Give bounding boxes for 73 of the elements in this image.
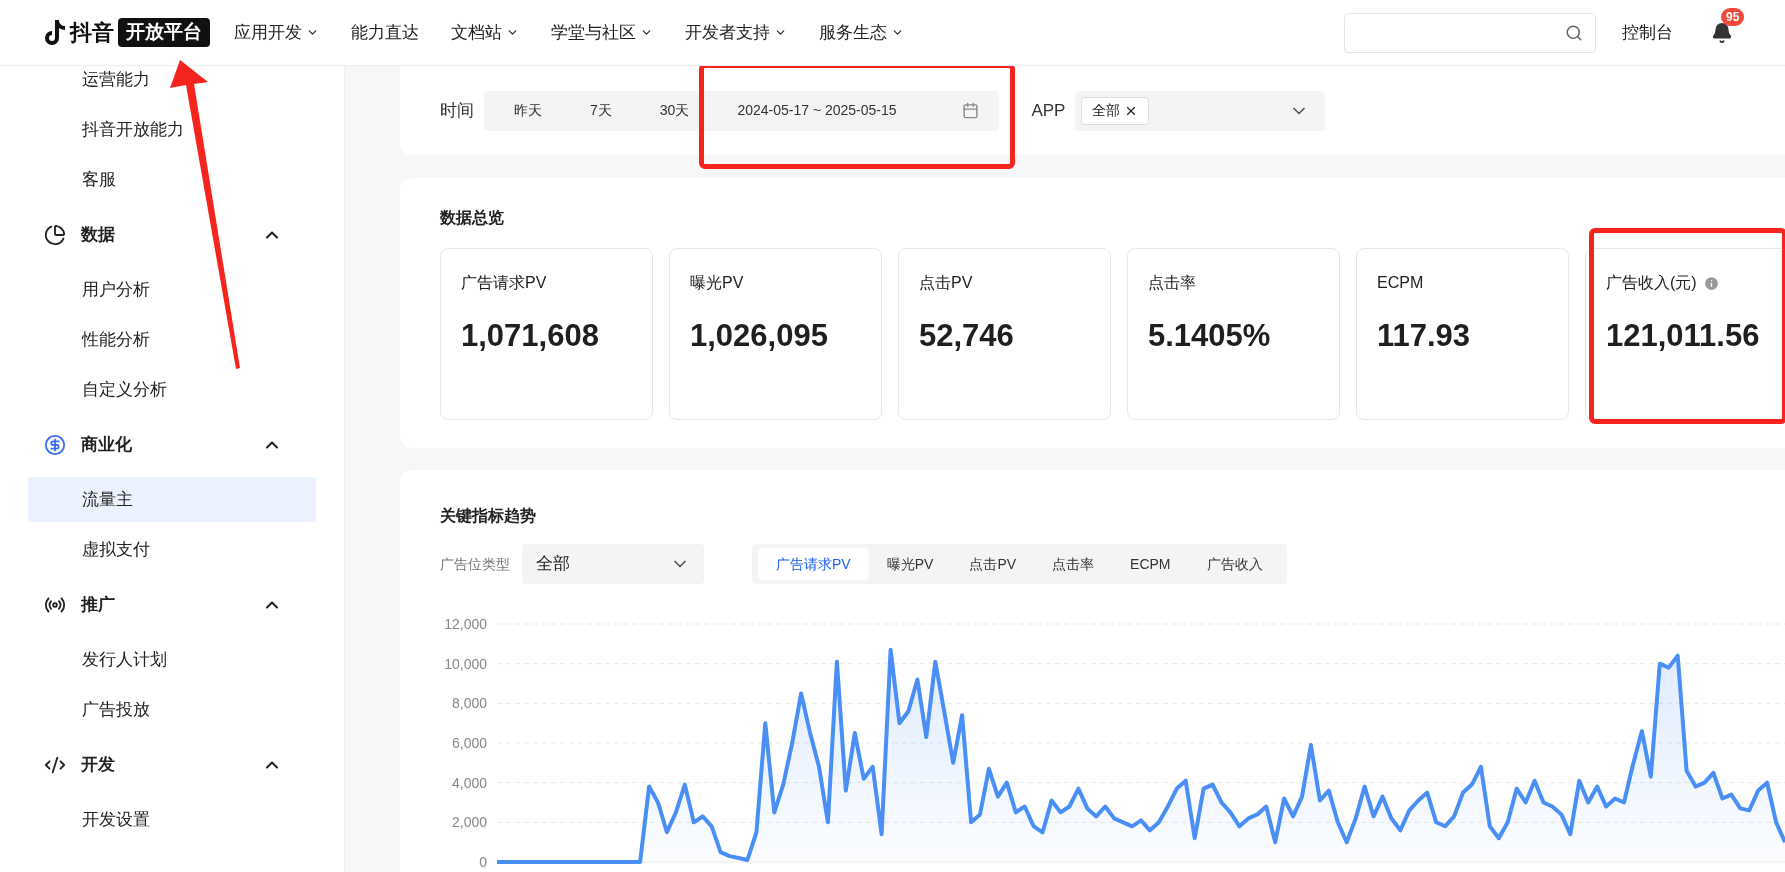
- app-select[interactable]: 全部: [1075, 90, 1326, 131]
- sidebar-item[interactable]: 发行人计划: [28, 637, 316, 682]
- nav-link[interactable]: 学堂与社区: [551, 19, 653, 46]
- metric-tab[interactable]: 点击率: [1034, 548, 1113, 580]
- music-note-logo-icon: [44, 19, 66, 46]
- section-title: 数据总览: [440, 208, 505, 228]
- sidebar-item[interactable]: 性能分析: [28, 317, 316, 362]
- section-title: 关键指标趋势: [440, 506, 537, 526]
- pie-chart-icon: [44, 223, 66, 246]
- notification-count: 95: [1721, 7, 1745, 26]
- sidebar-group-title: 推广: [81, 593, 116, 616]
- metric-label: 点击PV: [919, 273, 973, 293]
- metric-tab[interactable]: 曝光PV: [868, 548, 952, 580]
- app-label: APP: [1031, 99, 1066, 122]
- sidebar-item[interactable]: 虚拟支付: [28, 527, 316, 572]
- nav-link[interactable]: 开发者支持: [685, 19, 787, 46]
- nav-link[interactable]: 应用开发: [234, 19, 319, 46]
- y-axis-label: 4,000: [451, 774, 487, 791]
- sidebar-group-title: 商业化: [81, 433, 133, 456]
- slot-type-select[interactable]: 全部: [522, 544, 704, 584]
- sidebar-group[interactable]: 商业化: [0, 417, 344, 472]
- y-axis-label: 12,000: [444, 616, 487, 632]
- metric-label: 曝光PV: [690, 273, 744, 293]
- metric-value: 121,011.56: [1606, 317, 1761, 355]
- metric-value: 1,026,095: [690, 317, 829, 355]
- sidebar-item[interactable]: 运营能力: [28, 66, 316, 102]
- y-axis-label: 10,000: [444, 655, 487, 672]
- console-link[interactable]: 控制台: [1622, 19, 1673, 46]
- metric-value: 1,071,608: [461, 317, 600, 355]
- logo-badge[interactable]: 开放平台: [118, 18, 210, 47]
- y-axis-label: 2,000: [451, 814, 487, 831]
- nav-link[interactable]: 服务生态: [819, 19, 904, 46]
- metric-tab[interactable]: 广告收入: [1188, 548, 1281, 580]
- metric-tab[interactable]: ECPM: [1112, 548, 1189, 580]
- sidebar-item[interactable]: 广告投放: [28, 687, 316, 732]
- metric-tab[interactable]: 点击PV: [951, 548, 1035, 580]
- metric-label: 广告收入(元): [1606, 273, 1697, 293]
- nav-link[interactable]: 能力直达: [351, 19, 419, 46]
- y-axis-label: 0: [479, 854, 487, 870]
- app-tag[interactable]: 全部: [1081, 96, 1150, 125]
- metric-tab[interactable]: 广告请求PV: [758, 548, 869, 580]
- notification-bell-icon[interactable]: [1711, 21, 1733, 44]
- range-tab[interactable]: 昨天: [490, 94, 566, 127]
- sidebar-item[interactable]: 抖音开放能力: [28, 107, 316, 152]
- sidebar-group-title: 开发: [81, 753, 116, 776]
- search-field[interactable]: [1344, 12, 1596, 53]
- metric-value: 52,746: [919, 317, 1015, 355]
- sidebar-item[interactable]: 流量主: [28, 477, 316, 522]
- sidebar-item[interactable]: 自定义分析: [28, 367, 316, 412]
- metric-value: 5.1405%: [1148, 317, 1272, 355]
- metric-label: ECPM: [1377, 273, 1424, 293]
- nav-link[interactable]: 文档站: [451, 19, 519, 46]
- search-icon: [1565, 23, 1583, 42]
- sidebar-item[interactable]: 开发设置: [28, 797, 316, 842]
- sidebar-item[interactable]: 客服: [28, 157, 316, 202]
- metric-value: 117.93: [1377, 317, 1472, 355]
- y-axis-label: 8,000: [451, 695, 487, 712]
- sidebar-group[interactable]: 数据: [0, 207, 344, 262]
- date-range-field[interactable]: 2024-05-17 ~ 2025-05-15: [723, 94, 994, 127]
- slot-type-label: 广告位类型: [440, 554, 510, 574]
- range-tab[interactable]: 30天: [635, 94, 714, 127]
- y-axis-label: 6,000: [451, 735, 487, 751]
- sidebar-group[interactable]: 开发: [0, 737, 344, 792]
- sidebar-group[interactable]: 推广: [0, 577, 344, 632]
- metric-label: 点击率: [1148, 273, 1196, 293]
- calendar-icon: [962, 102, 980, 119]
- range-tab[interactable]: 7天: [566, 94, 636, 127]
- sidebar-group-title: 数据: [81, 223, 116, 246]
- logo-wordmark[interactable]: 抖音: [70, 16, 114, 49]
- time-label: 时间: [440, 99, 474, 122]
- info-icon[interactable]: [1702, 274, 1720, 292]
- sidebar-item[interactable]: 用户分析: [28, 267, 316, 312]
- metric-label: 广告请求PV: [461, 273, 547, 293]
